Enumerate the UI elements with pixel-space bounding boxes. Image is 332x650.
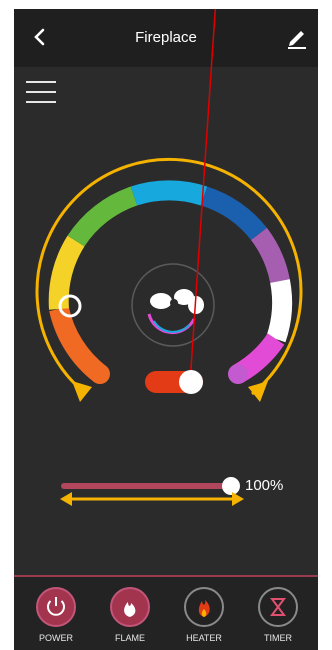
nav-label-heater: HEATER xyxy=(186,633,222,643)
dial-segment-purple xyxy=(250,227,290,284)
nav-timer[interactable]: TIMER xyxy=(248,587,308,643)
heater-icon[interactable] xyxy=(184,587,224,627)
bottom-navigation: POWER FLAME HEATER TIMER xyxy=(14,575,318,650)
nav-power[interactable]: POWER xyxy=(26,587,86,643)
dial-toggle-switch[interactable] xyxy=(145,370,203,394)
flame-icon[interactable] xyxy=(110,587,150,627)
nav-flame[interactable]: FLAME xyxy=(100,587,160,643)
power-icon[interactable] xyxy=(36,587,76,627)
app-screen: Fireplace 100% POWER FLAME HEATER TIMER xyxy=(14,9,318,650)
dial-segment-orange xyxy=(49,306,107,382)
color-dial[interactable] xyxy=(14,9,318,429)
right-arrowhead-icon xyxy=(248,381,268,402)
brightness-value: 100% xyxy=(245,477,284,494)
dial-segment-cyan xyxy=(130,180,208,206)
nav-label-timer: TIMER xyxy=(264,633,292,643)
nav-label-power: POWER xyxy=(38,633,73,643)
dial-segment-green xyxy=(67,186,138,247)
slider-guide-arrow xyxy=(60,492,244,506)
dial-segment-blue xyxy=(200,186,267,241)
toggle-knob[interactable] xyxy=(179,370,203,394)
nav-label-flame: FLAME xyxy=(114,633,145,643)
timer-icon[interactable] xyxy=(258,587,298,627)
dial-segment-white xyxy=(266,279,293,343)
left-arrowhead-icon xyxy=(72,381,92,402)
nav-heater[interactable]: HEATER xyxy=(174,587,234,643)
